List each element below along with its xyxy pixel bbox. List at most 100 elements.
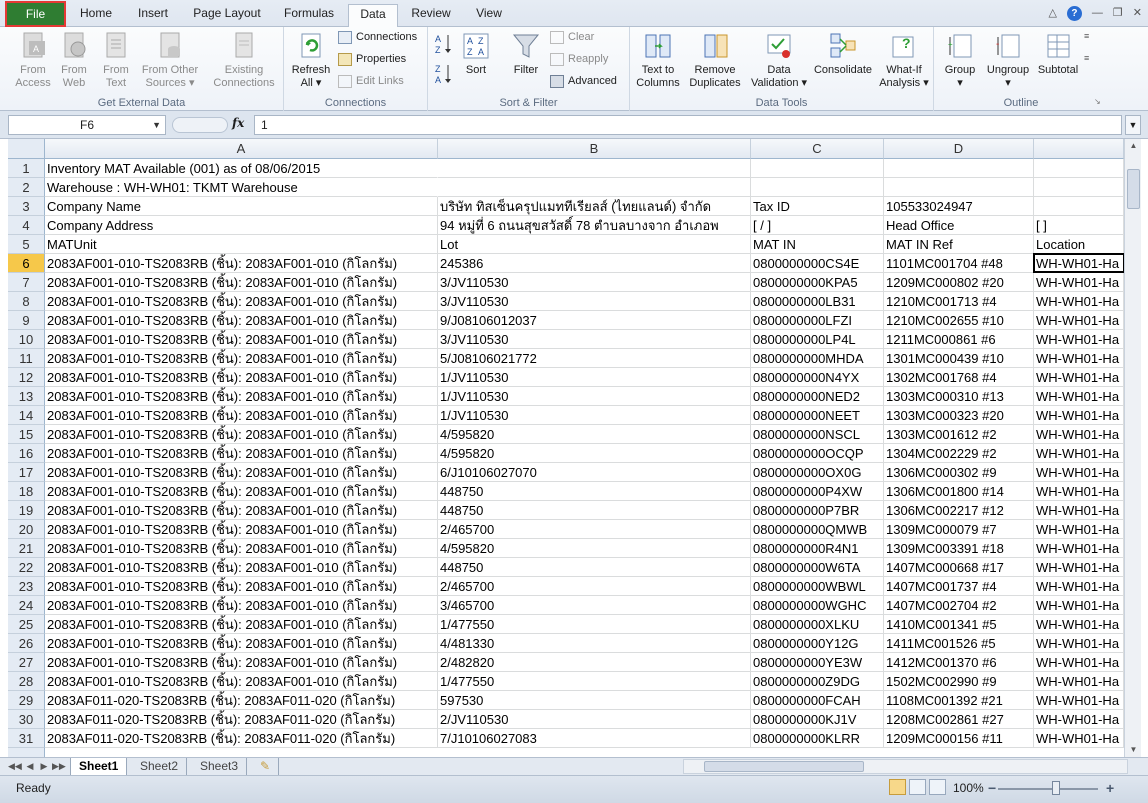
sheet-tab-sheet1[interactable]: Sheet1	[70, 758, 128, 775]
horizontal-scrollbar[interactable]	[683, 759, 1128, 774]
cell-d[interactable]: 1502MC002990 #9	[884, 672, 1034, 691]
cell-e[interactable]: WH-WH01-Ha	[1034, 634, 1124, 653]
tab-file[interactable]: File	[5, 1, 66, 27]
cell-a[interactable]: 2083AF011-020-TS2083RB (ชิ้น): 2083AF011…	[45, 691, 438, 710]
cell-e[interactable]: WH-WH01-Ha	[1034, 501, 1124, 520]
cell-e[interactable]: WH-WH01-Ha	[1034, 710, 1124, 729]
cell-e[interactable]: WH-WH01-Ha	[1034, 368, 1124, 387]
cell-d[interactable]: 1211MC000861 #6	[884, 330, 1034, 349]
row-header[interactable]: 14	[8, 406, 45, 425]
collapse-ribbon-icon[interactable]: △	[1048, 5, 1056, 21]
sort-a-z-button[interactable]: AZ	[434, 33, 454, 59]
cell-b[interactable]: 3/JV110530	[438, 273, 751, 292]
cell-a[interactable]: 2083AF001-010-TS2083RB (ชิ้น): 2083AF001…	[45, 463, 438, 482]
cell-d[interactable]: 1302MC001768 #4	[884, 368, 1034, 387]
cell-e[interactable]: WH-WH01-Ha	[1034, 482, 1124, 501]
cell-b[interactable]: บริษัท ทิสเซ็นครุปแมททีเรียลส์ (ไทยแลนด์…	[438, 197, 751, 216]
cell-a[interactable]: Inventory MAT Available (001) as of 08/0…	[45, 159, 438, 178]
cell-e[interactable]: WH-WH01-Ha	[1034, 292, 1124, 311]
zoom-in-icon[interactable]: +	[1106, 780, 1114, 796]
cell-e[interactable]: WH-WH01-Ha	[1034, 254, 1124, 273]
cell-c[interactable]: 0800000000KLRR	[751, 729, 884, 748]
row-header[interactable]: 31	[8, 729, 45, 748]
cell-a[interactable]: 2083AF001-010-TS2083RB (ชิ้น): 2083AF001…	[45, 273, 438, 292]
row-header[interactable]: 10	[8, 330, 45, 349]
remove-duplicates-button[interactable]: Remove Duplicates	[684, 31, 746, 90]
subtotal-button[interactable]: Subtotal	[1034, 31, 1082, 77]
help-icon[interactable]: ?	[1066, 5, 1082, 21]
row-header[interactable]: 27	[8, 653, 45, 672]
cell-c[interactable]: Tax ID	[751, 197, 884, 216]
tab-view[interactable]: View	[464, 4, 514, 27]
row-header[interactable]: 9	[8, 311, 45, 330]
row-header[interactable]: 5	[8, 235, 45, 254]
cell-b[interactable]: 4/595820	[438, 539, 751, 558]
cell-e[interactable]: WH-WH01-Ha	[1034, 406, 1124, 425]
zoom-level[interactable]: 100%	[953, 779, 984, 797]
cell-e[interactable]: WH-WH01-Ha	[1034, 444, 1124, 463]
cell-c[interactable]: 0800000000OX0G	[751, 463, 884, 482]
cell-d[interactable]: 1208MC002861 #27	[884, 710, 1034, 729]
cell-b[interactable]: 2/465700	[438, 520, 751, 539]
select-all-corner[interactable]	[8, 139, 45, 159]
cell-a[interactable]: 2083AF001-010-TS2083RB (ชิ้น): 2083AF001…	[45, 444, 438, 463]
cell-a[interactable]: Company Name	[45, 197, 438, 216]
cell-e[interactable]	[1034, 178, 1124, 197]
cell-c[interactable]: MAT IN	[751, 235, 884, 254]
cell-e[interactable]: WH-WH01-Ha	[1034, 311, 1124, 330]
cell-b[interactable]: 1/JV110530	[438, 387, 751, 406]
scroll-down-icon[interactable]: ▼	[1125, 743, 1142, 757]
column-header-a[interactable]: A	[45, 139, 438, 159]
cell-a[interactable]: 2083AF001-010-TS2083RB (ชิ้น): 2083AF001…	[45, 311, 438, 330]
cell-a[interactable]: 2083AF001-010-TS2083RB (ชิ้น): 2083AF001…	[45, 539, 438, 558]
row-header[interactable]: 7	[8, 273, 45, 292]
cell-c[interactable]: 0800000000NED2	[751, 387, 884, 406]
row-header[interactable]: 15	[8, 425, 45, 444]
cell-b[interactable]: 597530	[438, 691, 751, 710]
cell-a[interactable]: 2083AF001-010-TS2083RB (ชิ้น): 2083AF001…	[45, 634, 438, 653]
cell-d[interactable]: Head Office	[884, 216, 1034, 235]
ungroup-button[interactable]: - Ungroup ▾	[984, 31, 1032, 90]
cell-a[interactable]: 2083AF001-010-TS2083RB (ชิ้น): 2083AF001…	[45, 425, 438, 444]
cell-a[interactable]: 2083AF001-010-TS2083RB (ชิ้น): 2083AF001…	[45, 482, 438, 501]
zoom-out-icon[interactable]: −	[988, 780, 996, 796]
cell-c[interactable]: 0800000000WGHC	[751, 596, 884, 615]
cell-a[interactable]: 2083AF001-010-TS2083RB (ชิ้น): 2083AF001…	[45, 596, 438, 615]
cell-d[interactable]: 1101MC001704 #48	[884, 254, 1034, 273]
cell-c[interactable]: 0800000000FCAH	[751, 691, 884, 710]
zoom-slider[interactable]	[998, 788, 1098, 790]
row-header[interactable]: 30	[8, 710, 45, 729]
cell-c[interactable]: 0800000000KJ1V	[751, 710, 884, 729]
cell-b[interactable]	[438, 159, 751, 178]
cell-a[interactable]: 2083AF001-010-TS2083RB (ชิ้น): 2083AF001…	[45, 577, 438, 596]
cell-c[interactable]: 0800000000LP4L	[751, 330, 884, 349]
cell-d[interactable]	[884, 178, 1034, 197]
close-icon[interactable]: ✕	[1133, 5, 1142, 21]
cell-a[interactable]: 2083AF001-010-TS2083RB (ชิ้น): 2083AF001…	[45, 653, 438, 672]
cell-b[interactable]: 2/482820	[438, 653, 751, 672]
cell-a[interactable]: 2083AF001-010-TS2083RB (ชิ้น): 2083AF001…	[45, 520, 438, 539]
cell-e[interactable]: WH-WH01-Ha	[1034, 273, 1124, 292]
row-header[interactable]: 6	[8, 254, 45, 273]
row-header[interactable]: 17	[8, 463, 45, 482]
tab-formulas[interactable]: Formulas	[276, 4, 342, 27]
cell-b[interactable]: 448750	[438, 501, 751, 520]
cell-e[interactable]	[1034, 159, 1124, 178]
advanced-button[interactable]: Advanced	[550, 74, 617, 88]
cell-e[interactable]: WH-WH01-Ha	[1034, 672, 1124, 691]
tab-review[interactable]: Review	[404, 4, 458, 27]
row-header[interactable]: 28	[8, 672, 45, 691]
cell-c[interactable]: 0800000000N4YX	[751, 368, 884, 387]
cell-e[interactable]: WH-WH01-Ha	[1034, 729, 1124, 748]
row-header[interactable]: 18	[8, 482, 45, 501]
cell-c[interactable]: 0800000000P4XW	[751, 482, 884, 501]
cell-c[interactable]: 0800000000XLKU	[751, 615, 884, 634]
cell-e[interactable]: WH-WH01-Ha	[1034, 330, 1124, 349]
cell-c[interactable]: 0800000000LFZI	[751, 311, 884, 330]
cell-e[interactable]: WH-WH01-Ha	[1034, 615, 1124, 634]
cell-d[interactable]: MAT IN Ref	[884, 235, 1034, 254]
cell-a[interactable]: 2083AF001-010-TS2083RB (ชิ้น): 2083AF001…	[45, 330, 438, 349]
worksheet-grid[interactable]: A B C D 1 Inventory MAT Available (001) a…	[8, 139, 1124, 757]
cell-a[interactable]: Warehouse : WH-WH01: TKMT Warehouse	[45, 178, 438, 197]
cell-b[interactable]: 4/595820	[438, 444, 751, 463]
